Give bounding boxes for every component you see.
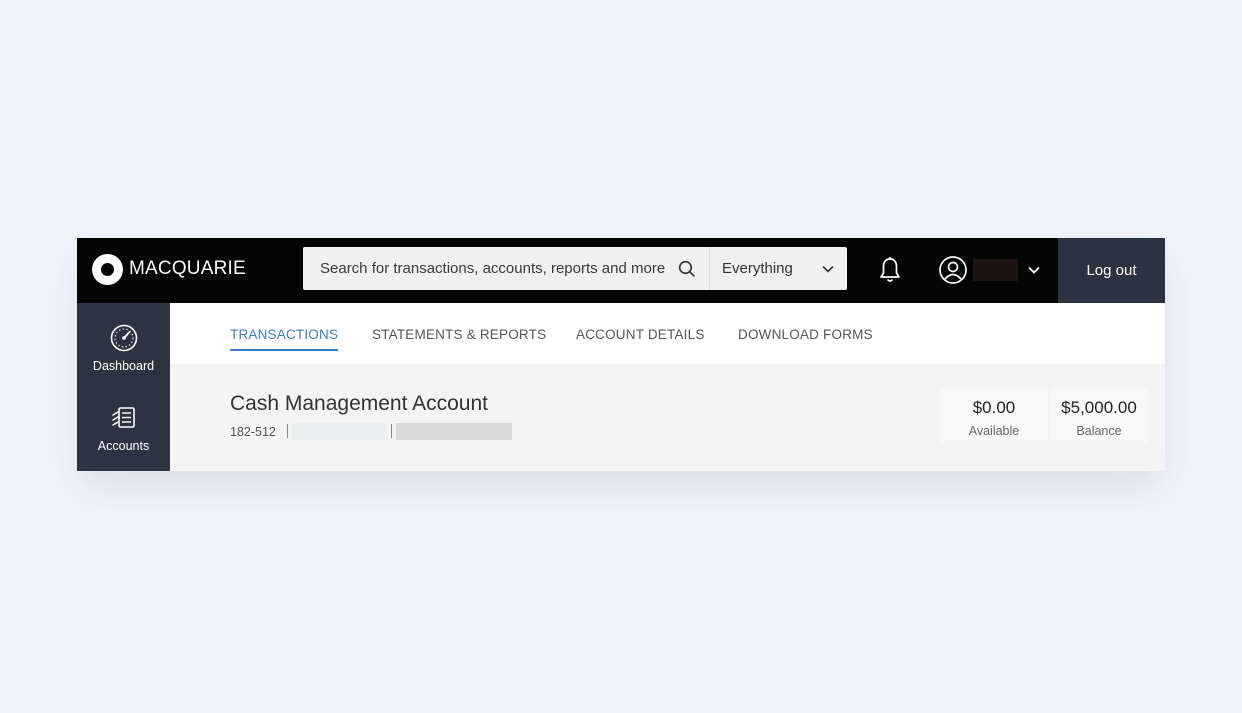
account-name: Cash Management Account	[230, 392, 488, 415]
sidebar: Dashboard Accounts	[77, 303, 170, 471]
available-label: Available	[968, 424, 1020, 438]
balance-value: $5,000.00	[1061, 398, 1137, 417]
notification-bell-icon[interactable]	[878, 256, 902, 284]
separator	[287, 424, 288, 438]
macquarie-logo[interactable]: MACQUARIE	[92, 253, 246, 285]
tab-download-forms[interactable]: DOWNLOAD FORMS	[738, 327, 873, 342]
chevron-down-icon	[1028, 266, 1040, 274]
account-tabs: TRANSACTIONS STATEMENTS & REPORTS ACCOUN…	[170, 303, 1165, 364]
tab-transactions[interactable]: TRANSACTIONS	[230, 327, 339, 351]
dashboard-gauge-icon	[110, 324, 137, 352]
available-value: $0.00	[972, 398, 1016, 417]
redacted-account-number	[292, 423, 387, 440]
tab-statements-reports[interactable]: STATEMENTS & REPORTS	[372, 327, 546, 342]
logout-button[interactable]: Log out	[1058, 238, 1165, 303]
sidebar-item-label: Dashboard	[92, 359, 155, 373]
redacted-account-nickname	[396, 423, 512, 440]
sidebar-item-accounts[interactable]: Accounts	[77, 403, 170, 473]
account-summary-panel: Cash Management Account 182-512 $0.00 Av…	[170, 364, 1165, 471]
logo-text: MACQUARIE	[129, 258, 246, 279]
chevron-down-icon	[822, 265, 834, 273]
top-bar: MACQUARIE Everything	[77, 238, 1165, 303]
separator	[391, 424, 392, 438]
sidebar-item-dashboard[interactable]: Dashboard	[77, 323, 170, 393]
user-profile-menu[interactable]	[935, 254, 1045, 286]
sidebar-item-label: Accounts	[97, 439, 150, 453]
balance-label: Balance	[1076, 424, 1122, 438]
banking-app-window: MACQUARIE Everything	[77, 238, 1165, 471]
main-content: TRANSACTIONS STATEMENTS & REPORTS ACCOUN…	[170, 303, 1165, 471]
search-input[interactable]	[303, 247, 683, 290]
search-scope-value: Everything	[722, 260, 793, 277]
available-balance: $0.00 Available	[940, 388, 1048, 443]
accounts-cash-icon	[111, 407, 135, 428]
search-scope-select[interactable]: Everything	[710, 247, 847, 290]
macquarie-logo-icon	[92, 253, 123, 285]
tab-account-details[interactable]: ACCOUNT DETAILS	[576, 327, 705, 342]
search-icon[interactable]	[678, 260, 696, 278]
user-avatar-icon	[939, 256, 967, 284]
redacted-user-name	[973, 259, 1018, 281]
account-balance: $5,000.00 Balance	[1050, 388, 1148, 443]
account-bsb: 182-512	[230, 425, 276, 439]
search-bar: Everything	[303, 247, 847, 290]
